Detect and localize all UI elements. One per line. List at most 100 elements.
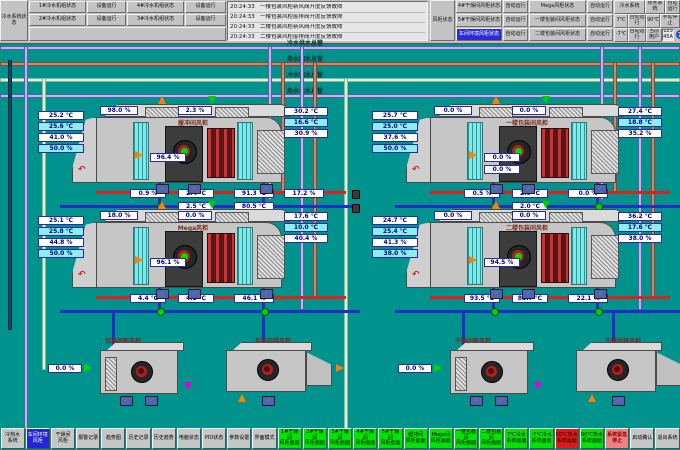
damper-actuator: ✓ (188, 184, 201, 194)
ahu-right-value: 10.0 ℃ (284, 223, 328, 232)
damper-actuator: ✓ (490, 184, 503, 194)
fresh-air-in-arrow (158, 201, 166, 209)
ahu-right-value: 36.2 ℃ (618, 212, 662, 221)
coil-section (207, 128, 235, 178)
damper-actuator: ✓ (612, 396, 625, 406)
toolbar-button-4[interactable]: 趋势图 (101, 428, 125, 449)
ahu-left-value: 25.2 ℃ (38, 111, 84, 120)
fresh-air-in-arrow (492, 96, 500, 104)
return-air-arrow (208, 201, 216, 209)
fan-status-cell: 自动运行 (503, 0, 528, 13)
toolbar-button-6[interactable]: 历史趋势 (152, 428, 176, 449)
exhaust-in-arrow (588, 394, 596, 402)
toolbar-button-19[interactable]: 二楼包装间 风柜画面 (479, 428, 503, 449)
main-pipe-label-2: 冷水回水总管 (235, 70, 375, 77)
small-ahu-unit: 包装间新风柜0.0 %✓✓ (48, 336, 198, 408)
damper-actuator: ✓ (522, 289, 535, 299)
toolbar-button-14[interactable]: 4#干燥间 风柜画面 (353, 428, 377, 449)
toolbar-button-23[interactable]: 90℃热水 系统画面 (580, 428, 604, 449)
damper-actuator: ✓ (495, 396, 508, 406)
ahu-top-value: 0.0 % (178, 211, 212, 220)
toolbar-button-26[interactable]: 退出系统 (655, 428, 679, 449)
ahu-top-value: 0.0 % (434, 211, 472, 220)
toolbar-button-9[interactable]: 参数设置 (227, 428, 251, 449)
small-ahu-body[interactable] (100, 350, 178, 394)
toolbar-button-11[interactable]: 1#干燥间 风柜画面 (278, 428, 302, 449)
toolbar-button-0[interactable]: 冷热水 系统 (1, 428, 25, 449)
toolbar-button-3[interactable]: 报警记录 (76, 428, 100, 449)
toolbar-button-12[interactable]: 2#干燥间 风柜画面 (303, 428, 327, 449)
toolbar-button-22[interactable]: 50℃热水 系统画面 (555, 428, 579, 449)
chiller-status-cell: 设备运行 (185, 1, 226, 13)
hot-water-header: 热水系统 (645, 0, 665, 14)
toolbar-button-7[interactable]: 电脑状态 (177, 428, 201, 449)
exhaust-out-arrow (336, 364, 344, 372)
alarm-time: 20:24:33 (230, 14, 260, 20)
toolbar-button-24[interactable]: 系统紧急 停止 (605, 428, 629, 449)
toolbar-button-13[interactable]: 3#干燥间 风柜画面 (328, 428, 352, 449)
ahu-left-value: 38.0 % (372, 249, 418, 258)
hot-water-temp: 90℃ (646, 14, 660, 28)
small-ahu-unit: 干燥间新风柜0.0 %✓✓ (398, 336, 548, 408)
toolbar-button-2[interactable]: 干燥间 风柜 (51, 428, 75, 449)
chiller-status-cell: 设备运行 (185, 14, 226, 26)
toolbar-button-20[interactable]: 7℃冷水 系统画面 (504, 428, 528, 449)
damper-actuator: ✓ (594, 289, 607, 299)
exhaust-duct (656, 352, 680, 386)
ahu-mid-value: 96.4 % (150, 153, 186, 162)
return-air-icon: ↶ (412, 270, 424, 282)
ahu-right-value: 30.2 ℃ (284, 107, 328, 116)
return-air-icon: ↶ (78, 270, 90, 282)
toolbar-button-10[interactable]: 界面模式 (252, 428, 276, 449)
ahu-top-value: 2.3 % (178, 106, 212, 115)
chiller-status-cell: 4#冷水机组状态 (127, 1, 184, 13)
damper-actuator: ✓ (470, 396, 483, 406)
ahu-top-value: 0.0 % (512, 106, 546, 115)
main-pipe-label-3: 热水供水总管 (235, 86, 375, 93)
ahu-top-value: 18.0 % (100, 211, 138, 220)
chiller-status-cell: 2#冷水机组状态 (29, 14, 86, 26)
small-ahu-body[interactable] (226, 350, 306, 392)
small-ahu-grille (105, 357, 117, 391)
cold-water-header: 冷水系统 (614, 0, 645, 14)
damper-actuator: ✓ (188, 289, 201, 299)
small-ahu-body[interactable] (450, 350, 528, 394)
toolbar-button-15[interactable]: 5#干燥间 风柜画面 (378, 428, 402, 449)
current-user-value[interactable]: 12345A (662, 29, 674, 41)
current-user-label: 当前用户 (646, 28, 662, 42)
toolbar-button-16[interactable]: 缓冲间 风柜画面 (404, 428, 428, 449)
small-ahu-body[interactable] (576, 350, 656, 392)
damper-actuator: ✓ (490, 289, 503, 299)
ahu-left-value: 25.1 ℃ (38, 216, 84, 225)
discharge-grille (591, 235, 619, 279)
fan-status-cell: 自动运行 (587, 14, 613, 27)
small-ahu-value: 0.0 % (48, 364, 82, 373)
ahu-right-value: 17.6 ℃ (284, 212, 328, 221)
chiller-status-cell: 设备运行 (87, 1, 126, 13)
ahu-mid-value: 0.0 % (484, 165, 520, 174)
chiller-status-title: 冷水系统状态 (0, 0, 28, 41)
return-air-arrow (208, 96, 216, 104)
discharge-grille (257, 130, 285, 174)
ahu-left-value: 25.4 ℃ (372, 227, 418, 236)
vertical-pipe-0 (24, 46, 28, 432)
toolbar-button-8[interactable]: PID状态 (202, 428, 226, 449)
toolbar-button-5[interactable]: 历史记录 (126, 428, 150, 449)
toolbar-button-17[interactable]: Mega间 风柜画面 (429, 428, 453, 449)
toolbar-button-1[interactable]: 车间环境 风柜 (26, 428, 50, 449)
ahu-right-value: 30.9 % (284, 129, 328, 138)
ahu-name: 一楼包装间风柜 (472, 118, 582, 127)
fresh-air-inlet-arrow (434, 364, 442, 372)
toolbar-button-21[interactable]: -7℃冷水 系统画面 (529, 428, 553, 449)
toolbar-button-25[interactable]: 启动确认 (630, 428, 654, 449)
airflow-arrow (469, 256, 477, 264)
valve-icon-5 (352, 204, 360, 213)
return-air-arrow (542, 201, 550, 209)
help-icon[interactable]: ? (676, 30, 680, 39)
ahu-left-value: 25.8 ℃ (38, 227, 84, 236)
damper-actuator: ✓ (120, 396, 133, 406)
main-pipe-label-1: 热水回水总管 (235, 54, 375, 61)
ahu-left-value: 24.7 ℃ (372, 216, 418, 225)
ahu-mid-value: 0.0 % (484, 153, 520, 162)
toolbar-button-18[interactable]: 一楼包装间 风柜画面 (454, 428, 478, 449)
